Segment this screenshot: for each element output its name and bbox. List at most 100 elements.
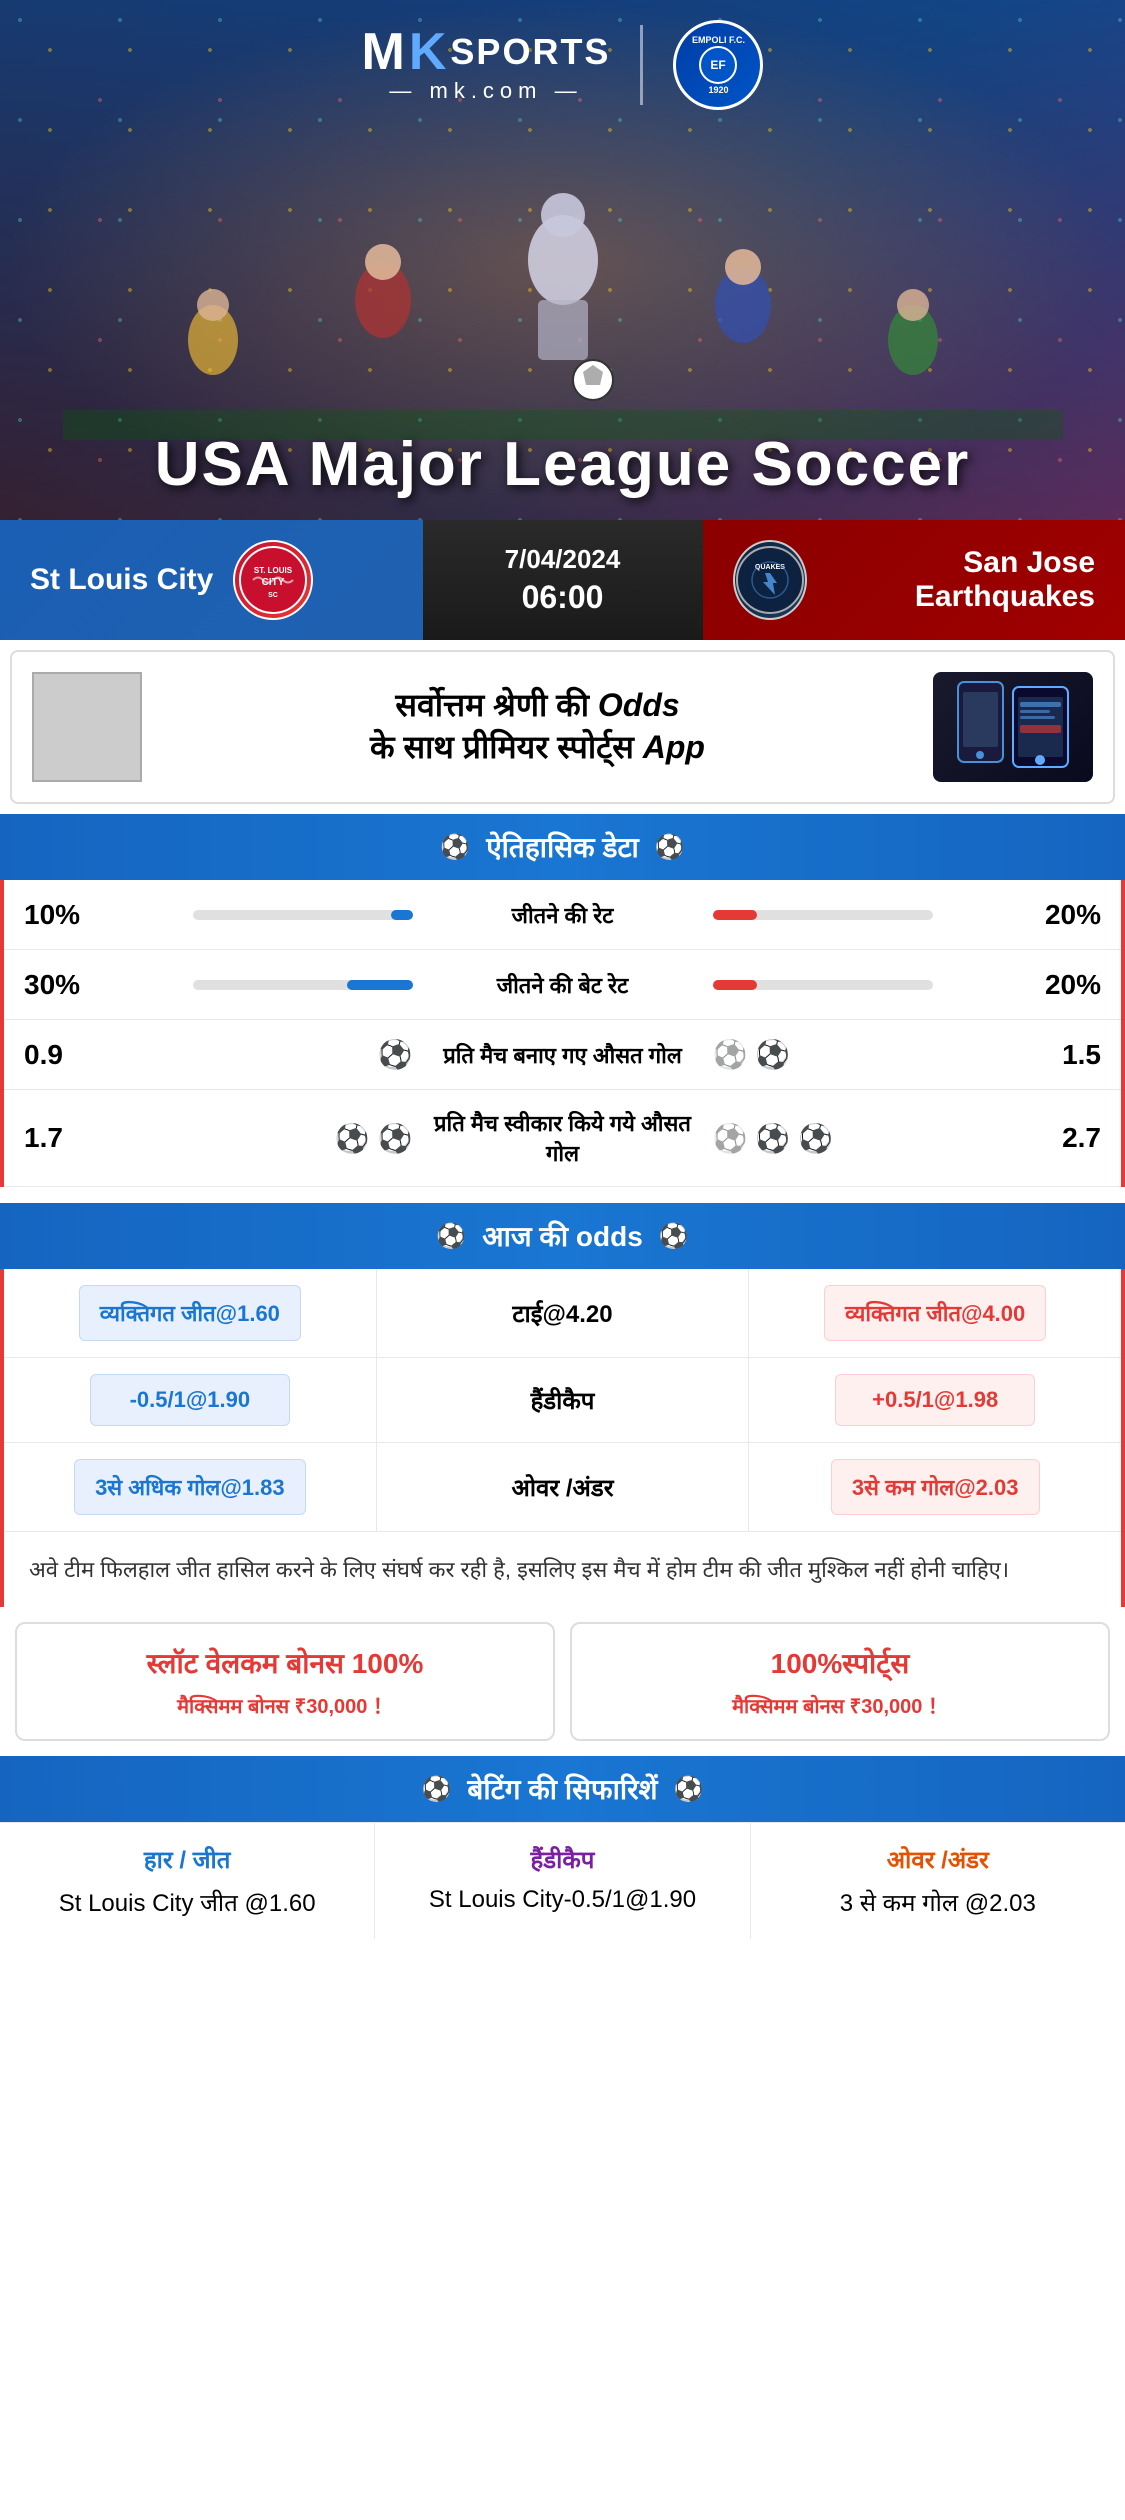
betting-reco-header: ⚽ बेटिंग की सिफारिशें ⚽	[0, 1756, 1125, 1822]
bonus-right-title: 100%स्पोर्ट्स	[592, 1644, 1088, 1682]
stat-left-goals-conceded: 1.7	[24, 1122, 104, 1154]
empoli-logo: EMPOLI F.C. EF 1920	[673, 20, 763, 110]
stat-label-betrate: जीतने की बेट रेट	[423, 970, 703, 1000]
bonus-section: स्लॉट वेलकम बोनस 100% मैक्सिमम बोनस ₹30,…	[0, 1607, 1125, 1756]
mk-text-k: K	[409, 26, 447, 78]
reco-cell-win: हार / जीत St Louis City जीत @1.60	[0, 1823, 375, 1939]
stat-icons-right-conceded: ⚽ ⚽ ⚽	[703, 1122, 1022, 1155]
banner-title: USA Major League Soccer	[0, 429, 1125, 500]
logo-divider	[640, 25, 643, 105]
mk-logo: M K SPORTS — mk.com —	[362, 26, 611, 104]
reco-win-value: St Louis City जीत @1.60	[15, 1886, 359, 1919]
odds-row-handicap: -0.5/1@1.90 हैंडीकैप +0.5/1@1.98	[4, 1358, 1121, 1443]
historical-section-title: ऐतिहासिक डेटा	[486, 828, 639, 866]
home-team-name: St Louis City	[30, 563, 213, 597]
over-btn[interactable]: 3से अधिक गोल@1.83	[74, 1459, 306, 1515]
bonus-left-title: स्लॉट वेलकम बोनस 100%	[37, 1644, 533, 1682]
odds-row-win: व्यक्तिगत जीत@1.60 टाई@4.20 व्यक्तिगत जी…	[4, 1269, 1121, 1358]
stat-right-goals-conceded: 2.7	[1021, 1122, 1101, 1154]
odds-cell-home-win[interactable]: व्यक्तिगत जीत@1.60	[4, 1269, 377, 1357]
match-bar: St Louis City ST. LOUIS CITY SC 7/04/202…	[0, 520, 1125, 640]
historical-section-header: ⚽ ऐतिहासिक डेटा ⚽	[0, 814, 1125, 880]
reco-ball-left: ⚽	[422, 1775, 452, 1804]
stat-icons-right-scored: ⚽ ⚽	[703, 1038, 1022, 1071]
stat-label-goals-scored: प्रति मैच बनाए गए औसत गोल	[423, 1040, 703, 1070]
bonus-right-sub: मैक्सिमम बोनस ₹30,000 ！	[592, 1690, 1088, 1719]
bonus-card-right[interactable]: 100%स्पोर्ट्स मैक्सिमम बोनस ₹30,000 ！	[570, 1622, 1110, 1741]
home-win-btn[interactable]: व्यक्तिगत जीत@1.60	[79, 1285, 301, 1341]
stat-bar-left-betrate	[104, 980, 423, 990]
sports-text: SPORTS	[450, 31, 610, 73]
svg-text:EF: EF	[711, 58, 726, 72]
under-btn[interactable]: 3से कम गोल@2.03	[831, 1459, 1040, 1515]
odds-cell-tie[interactable]: टाई@4.20	[377, 1269, 750, 1357]
reco-handicap-label: हैंडीकैप	[390, 1843, 734, 1876]
odds-cell-under[interactable]: 3से कम गोल@2.03	[749, 1443, 1121, 1531]
analysis-text: अवे टीम फिलहाल जीत हासिल करने के लिए संघ…	[29, 1557, 1009, 1582]
stat-right-betrate: 20%	[1021, 969, 1101, 1001]
tie-label: टाई@4.20	[512, 1297, 612, 1330]
betting-reco-title: बेटिंग की सिफारिशें	[467, 1770, 657, 1808]
reco-ball-right: ⚽	[674, 1775, 704, 1804]
reco-ou-label: ओवर /अंडर	[766, 1843, 1110, 1876]
betting-reco: हार / जीत St Louis City जीत @1.60 हैंडीक…	[0, 1822, 1125, 1939]
promo-phones	[933, 672, 1093, 782]
svg-text:ST. LOUIS: ST. LOUIS	[254, 566, 293, 575]
stat-right-goals-scored: 1.5	[1021, 1039, 1101, 1071]
odds-row-ou: 3से अधिक गोल@1.83 ओवर /अंडर 3से कम गोल@2…	[4, 1443, 1121, 1532]
stat-row-goals-scored: 0.9 ⚽ प्रति मैच बनाए गए औसत गोल ⚽ ⚽ 1.5	[4, 1020, 1121, 1090]
odds-section-header: ⚽ आज की odds ⚽	[0, 1203, 1125, 1269]
ou-label: ओवर /अंडर	[511, 1471, 613, 1504]
stat-label-winrate: जीतने की रेट	[423, 900, 703, 930]
stat-row-goals-conceded: 1.7 ⚽ ⚽ प्रति मैच स्वीकार किये गये औसत ग…	[4, 1090, 1121, 1187]
promo-banner[interactable]: सर्वोत्तम श्रेणी की Oddsके साथ प्रीमियर …	[10, 650, 1115, 804]
away-handicap-btn[interactable]: +0.5/1@1.98	[835, 1374, 1035, 1426]
handicap-label: हैंडीकैप	[531, 1384, 595, 1417]
odds-cell-home-handicap[interactable]: -0.5/1@1.90	[4, 1358, 377, 1442]
odds-section-title: आज की odds	[482, 1217, 643, 1255]
stat-row-betrate: 30% जीतने की बेट रेट 20%	[4, 950, 1121, 1020]
team-home: St Louis City ST. LOUIS CITY SC	[0, 520, 423, 640]
match-date: 7/04/2024	[505, 544, 621, 575]
ball-icon-4: ⚽	[378, 1122, 413, 1155]
match-time: 06:00	[522, 579, 604, 616]
sj-logo: QUAKES	[733, 540, 807, 620]
ball-icon-faded-1: ⚽	[713, 1038, 748, 1071]
promo-text: सर्वोत्तम श्रेणी की Oddsके साथ प्रीमियर …	[162, 685, 913, 768]
bonus-card-left[interactable]: स्लॉट वेलकम बोनस 100% मैक्सिमम बोनस ₹30,…	[15, 1622, 555, 1741]
mk-text-m: M	[362, 26, 405, 78]
reco-handicap-value: St Louis City-0.5/1@1.90	[390, 1886, 734, 1914]
odds-ball-right: ⚽	[659, 1222, 689, 1251]
ball-icon-faded-2: ⚽	[713, 1122, 748, 1155]
mk-url: — mk.com —	[389, 78, 582, 104]
promo-qr	[32, 672, 142, 782]
stat-left-goals-scored: 0.9	[24, 1039, 104, 1071]
odds-cell-ou-label: ओवर /अंडर	[377, 1443, 750, 1531]
reco-row: हार / जीत St Louis City जीत @1.60 हैंडीक…	[0, 1822, 1125, 1939]
odds-cell-away-win[interactable]: व्यक्तिगत जीत@4.00	[749, 1269, 1121, 1357]
stat-icons-left-scored: ⚽	[104, 1038, 423, 1071]
stat-bar-left-winrate	[104, 910, 423, 920]
analysis-box: अवे टीम फिलहाल जीत हासिल करने के लिए संघ…	[0, 1532, 1125, 1607]
ball-icon-3: ⚽	[335, 1122, 370, 1155]
away-team-name: San Jose Earthquakes	[827, 546, 1096, 614]
soccer-ball-icon-left: ⚽	[440, 833, 470, 862]
ball-icon-2: ⚽	[755, 1038, 790, 1071]
home-handicap-btn[interactable]: -0.5/1@1.90	[90, 1374, 290, 1426]
stats-table: 10% जीतने की रेट 20% 30% जीतने की बेट रे…	[0, 880, 1125, 1187]
header-banner: M K SPORTS — mk.com — EMPOLI F.C. EF 192…	[0, 0, 1125, 520]
stat-bar-right-betrate	[703, 980, 1022, 990]
odds-cell-away-handicap[interactable]: +0.5/1@1.98	[749, 1358, 1121, 1442]
stat-row-winrate: 10% जीतने की रेट 20%	[4, 880, 1121, 950]
svg-text:SC: SC	[268, 592, 278, 599]
stat-left-betrate: 30%	[24, 969, 104, 1001]
team-away: QUAKES San Jose Earthquakes	[703, 520, 1125, 640]
ball-icon-6: ⚽	[798, 1122, 833, 1155]
ball-icon-5: ⚽	[755, 1122, 790, 1155]
bonus-left-sub: मैक्सिमम बोनस ₹30,000 ！	[37, 1690, 533, 1719]
stat-icons-left-conceded: ⚽ ⚽	[104, 1122, 423, 1155]
away-win-btn[interactable]: व्यक्तिगत जीत@4.00	[824, 1285, 1046, 1341]
odds-cell-over[interactable]: 3से अधिक गोल@1.83	[4, 1443, 377, 1531]
odds-section: व्यक्तिगत जीत@1.60 टाई@4.20 व्यक्तिगत जी…	[0, 1269, 1125, 1532]
bottom-space	[0, 1939, 1125, 1979]
